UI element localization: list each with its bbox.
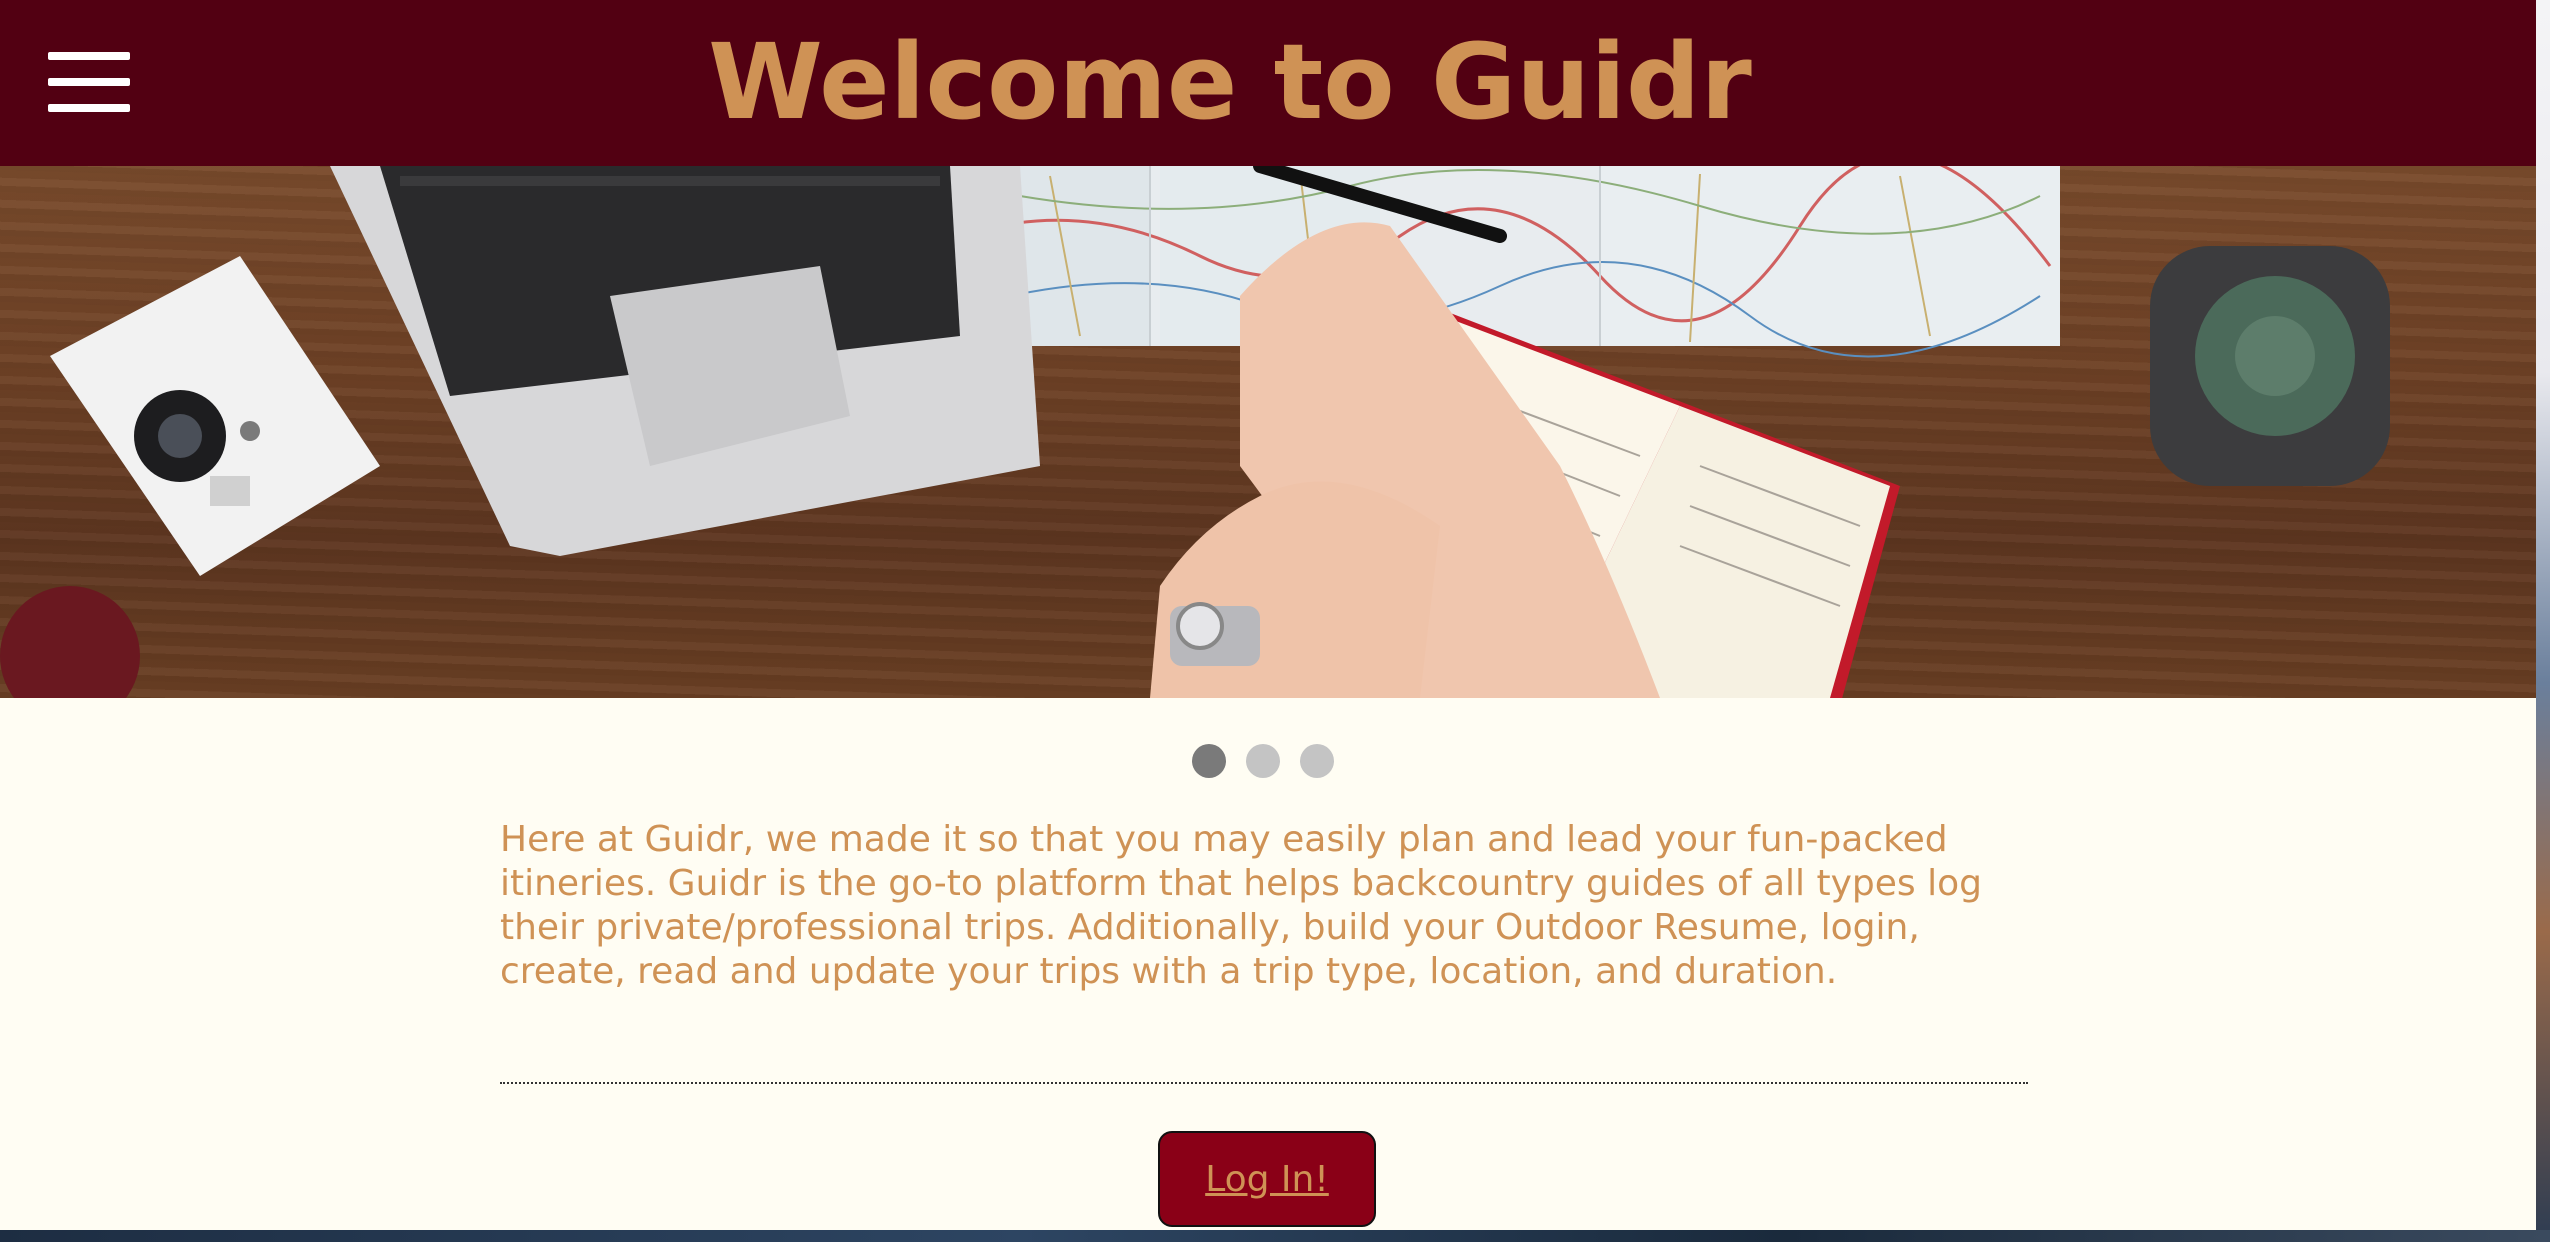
hero-illustration xyxy=(0,166,2390,698)
camera-graphic xyxy=(50,256,380,576)
intro-paragraph: Here at Guidr, we made it so that you ma… xyxy=(500,819,1982,992)
browser-viewport: Welcome to Guidr Here at Guidr, we made … xyxy=(0,0,2536,1230)
carousel-dot-3[interactable] xyxy=(1300,744,1334,778)
login-button[interactable]: Log In! xyxy=(1158,1131,1376,1227)
laptop-graphic xyxy=(330,166,1040,556)
map-graphic xyxy=(990,166,2060,358)
desktop-background-bottom xyxy=(0,1230,2550,1242)
apple-graphic xyxy=(0,586,140,698)
carousel-dot-1[interactable] xyxy=(1192,744,1226,778)
page-title: Welcome to Guidr xyxy=(708,21,1752,143)
cactus-graphic xyxy=(2150,246,2390,486)
hero-image xyxy=(0,166,2536,698)
site-header: Welcome to Guidr xyxy=(0,0,2536,166)
section-divider xyxy=(500,1082,2028,1084)
carousel-indicators xyxy=(1192,744,1334,778)
desktop-background-edge xyxy=(2536,0,2550,1242)
carousel-dot-2[interactable] xyxy=(1246,744,1280,778)
